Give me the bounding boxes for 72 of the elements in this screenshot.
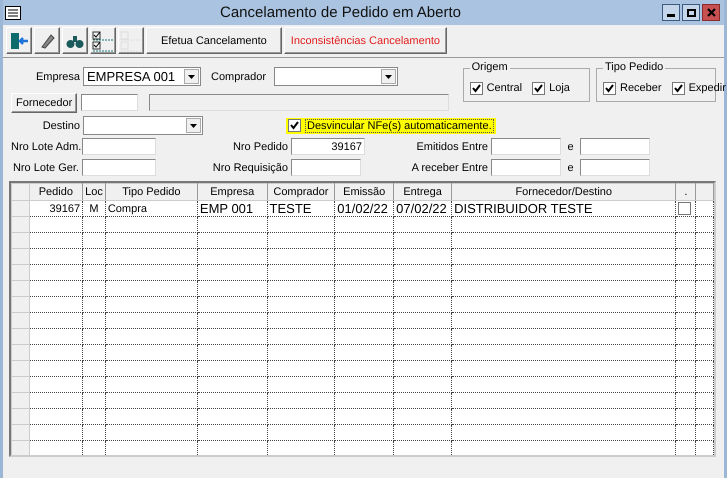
maximize-icon [686, 8, 696, 16]
app-icon [5, 6, 21, 20]
exit-icon [9, 30, 29, 50]
group-title: Tipo Pedido [603, 61, 666, 73]
group-title: Origem [470, 61, 510, 73]
toolbar-button[interactable]: Inconsistências Cancelamento [284, 27, 447, 54]
field-label: Nro Lote Adm. [11, 140, 82, 152]
field-label: Nro Lote Ger. [12, 162, 80, 174]
field-label: Nro Pedido [232, 140, 289, 152]
field-label: Empresa [34, 70, 81, 82]
field-label: Destino [42, 120, 81, 132]
checkbox-label: Central [486, 82, 522, 94]
input-field[interactable] [81, 94, 138, 111]
input-field[interactable] [82, 159, 156, 176]
field-label: A receber Entre [410, 162, 489, 174]
table-cell: 39167 [29, 200, 83, 216]
toolbar-button[interactable] [6, 27, 32, 54]
field-label: Comprador [211, 70, 268, 82]
column-header[interactable]: Comprador [267, 184, 335, 200]
toolbar-button[interactable] [34, 27, 60, 54]
table-cell: 01/02/22 [334, 200, 394, 216]
dropdown[interactable]: EMPRESA 001 [83, 67, 201, 86]
field-label: Nro Requisição [212, 162, 289, 174]
column-header[interactable]: Fornecedor/Destino [452, 184, 676, 200]
input-field[interactable] [491, 138, 561, 155]
table-cell: TESTE [267, 200, 335, 216]
input-field[interactable] [580, 159, 650, 176]
separator-text: e [566, 140, 575, 152]
checklist-icon [120, 30, 142, 52]
input-field[interactable] [580, 138, 650, 155]
column-header[interactable]: Empresa [197, 184, 268, 200]
checkbox-label: Receber [620, 82, 662, 94]
table-cell: DISTRIBUIDOR TESTE [452, 200, 676, 216]
input-field[interactable] [291, 159, 361, 176]
toolbar-button[interactable]: Efetua Cancelamento [146, 27, 282, 54]
input-field[interactable] [149, 94, 450, 111]
checkbox[interactable] [470, 82, 483, 94]
checkbox-label: Desvincular NFe(s) automaticamente. [305, 118, 494, 132]
column-header[interactable]: Tipo Pedido [105, 184, 198, 200]
checkbox[interactable] [603, 82, 616, 94]
close-icon [706, 8, 716, 17]
input-field[interactable]: 39167 [291, 138, 365, 155]
column-header[interactable]: Emissão [334, 184, 394, 200]
table-cell: EMP 001 [197, 200, 268, 216]
column-header[interactable]: Entrega [394, 184, 452, 200]
fornecedor-button[interactable]: Fornecedor [11, 92, 78, 112]
checkbox[interactable] [678, 202, 692, 215]
table-cell: 07/02/22 [394, 200, 452, 216]
toolbar-button[interactable] [90, 27, 116, 54]
separator-text: e [566, 162, 575, 174]
maximize-button[interactable] [682, 4, 700, 21]
dropdown[interactable] [83, 116, 203, 135]
close-button[interactable] [702, 4, 720, 21]
field-label: Emitidos Entre [415, 140, 489, 152]
column-header[interactable]: . [676, 184, 696, 200]
toolbar-button[interactable] [62, 27, 88, 54]
checklist-icon [92, 30, 114, 52]
table-cell: Compra [105, 200, 198, 216]
dropdown[interactable] [274, 67, 398, 86]
table-cell: M [82, 200, 106, 216]
column-header[interactable]: Loc [82, 184, 106, 200]
eraser-icon [38, 32, 56, 50]
minimize-button[interactable] [662, 4, 680, 21]
input-field[interactable] [82, 138, 156, 155]
checkbox[interactable] [672, 82, 685, 94]
checkbox[interactable] [288, 119, 301, 132]
column-header[interactable]: Pedido [29, 184, 83, 200]
checkbox-label: Loja [549, 82, 570, 94]
input-field[interactable] [491, 159, 561, 176]
window-title: Cancelamento de Pedido em Aberto [219, 4, 462, 21]
checkbox-label: Expedir [688, 82, 726, 94]
checkbox[interactable] [532, 82, 546, 94]
